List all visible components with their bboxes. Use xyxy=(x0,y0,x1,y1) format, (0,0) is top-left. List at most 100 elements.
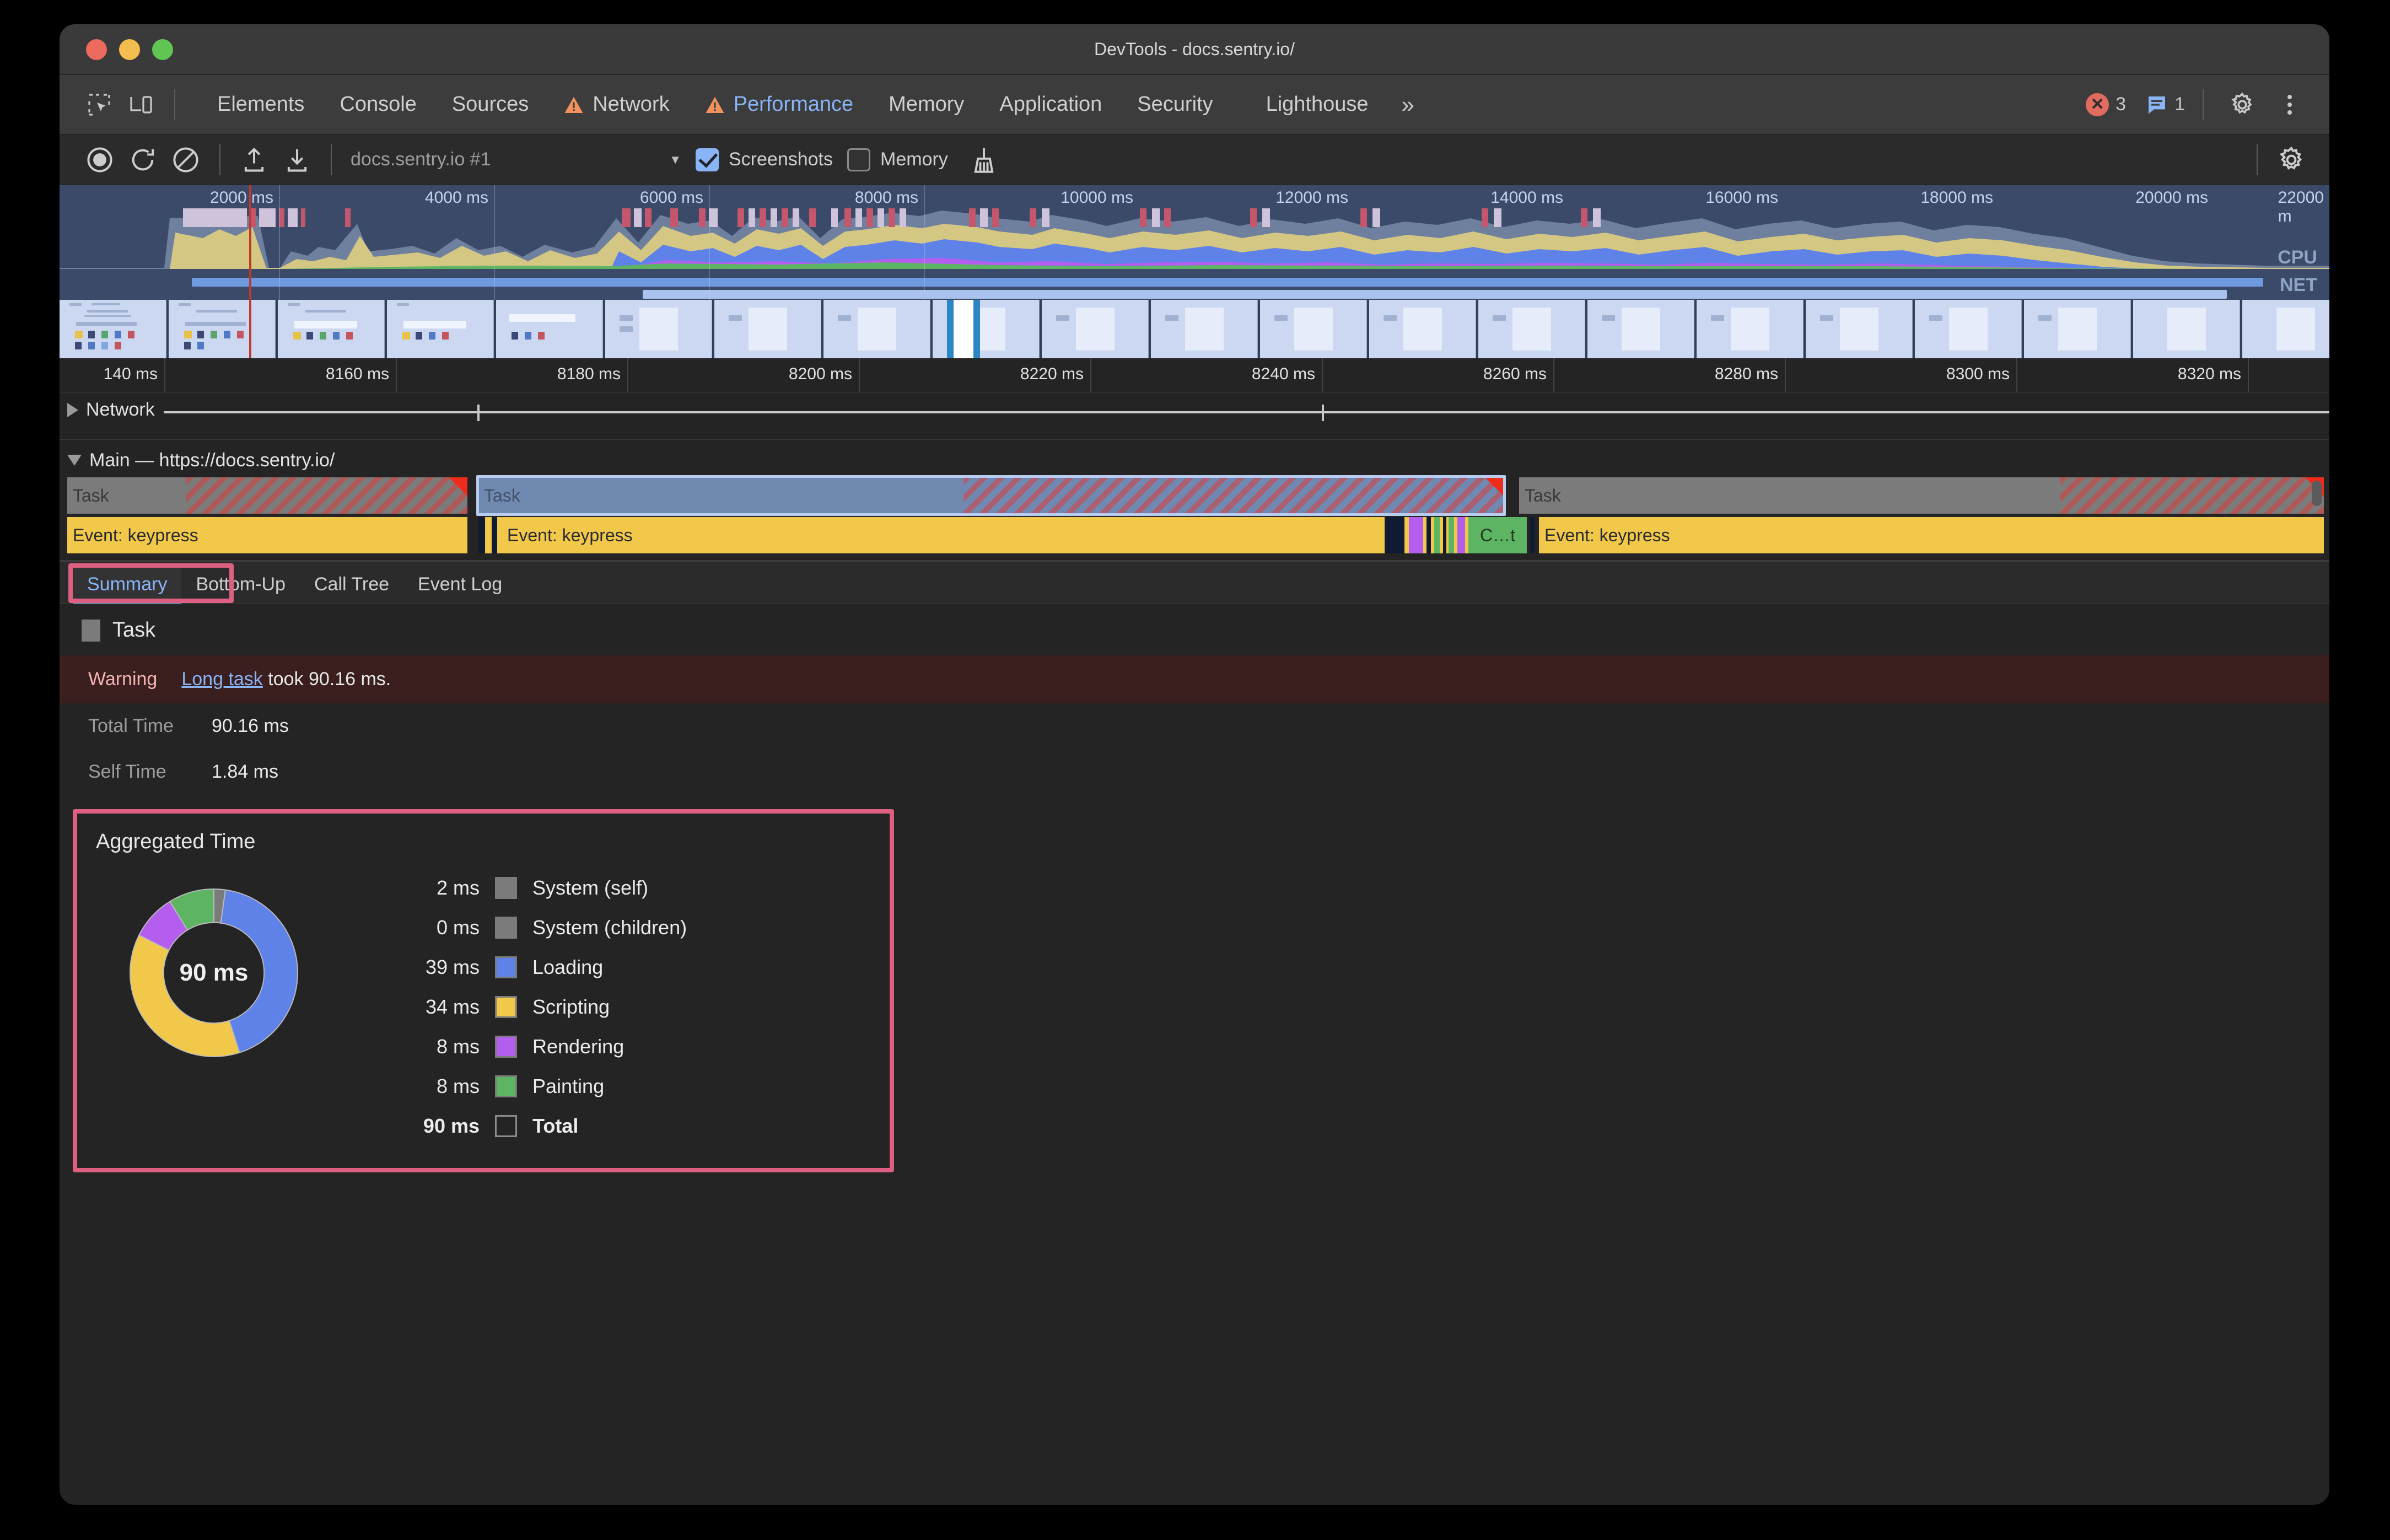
filmstrip-thumbnail[interactable] xyxy=(1697,300,1804,358)
filmstrip-thumbnail[interactable] xyxy=(1260,300,1367,358)
flame-bar-event[interactable]: Event: keypress xyxy=(478,517,1504,553)
tab-memory[interactable]: Memory xyxy=(871,75,982,134)
overview-tick: 20000 ms xyxy=(2135,189,2208,207)
flame-bar-compile[interactable]: C…t xyxy=(1468,517,1527,553)
aggregated-time-section: Aggregated Time 90 ms 2 ms System (self) 0… xyxy=(60,795,2329,1172)
chevron-down-icon: ▼ xyxy=(669,152,681,166)
filmstrip-thumbnail[interactable] xyxy=(2024,300,2131,358)
filmstrip-thumbnail[interactable] xyxy=(496,300,603,358)
filmstrip-thumbnail[interactable] xyxy=(605,300,712,358)
reload-record-icon[interactable] xyxy=(121,140,164,180)
gear-icon[interactable] xyxy=(2221,85,2263,125)
frame-marker xyxy=(992,208,999,227)
tabbar-right-divider xyxy=(2203,89,2204,120)
network-band xyxy=(192,278,2263,287)
tab-event-log[interactable]: Event Log xyxy=(403,565,516,604)
flame-bar-label: Event: keypress xyxy=(1544,525,1670,545)
legend-value: 2 ms xyxy=(436,876,480,899)
filmstrip-thumbnail[interactable] xyxy=(1151,300,1258,358)
download-profile-icon[interactable] xyxy=(276,140,319,180)
gear-icon[interactable] xyxy=(2270,140,2313,180)
net-label: NET xyxy=(2280,274,2317,295)
network-band xyxy=(643,290,2227,299)
aggregated-time-legend: 2 ms System (self) 0 ms System (children) 39… xyxy=(386,868,687,1146)
filmstrip-thumbnail[interactable] xyxy=(60,300,166,358)
filmstrip-thumbnail[interactable] xyxy=(387,300,494,358)
device-toolbar-icon[interactable] xyxy=(120,85,162,125)
network-expand-icon[interactable] xyxy=(67,402,78,417)
filmstrip-thumbnail[interactable] xyxy=(169,300,276,358)
message-count-badge[interactable]: 1 xyxy=(2146,94,2185,116)
tab-bottom-up-label: Bottom-Up xyxy=(196,574,286,595)
tab-lighthouse[interactable]: Lighthouse xyxy=(1231,75,1386,134)
long-task-link[interactable]: Long task xyxy=(181,669,262,690)
tab-performance-label: Performance xyxy=(733,93,854,116)
filmstrip-thumbnail[interactable] xyxy=(933,300,1040,358)
legend-value: 34 ms xyxy=(425,995,480,1018)
event-color-swatch xyxy=(82,619,100,642)
clear-icon[interactable] xyxy=(164,140,207,180)
flame-bar-event[interactable]: Event: keypress xyxy=(1539,517,2324,553)
filmstrip-thumbnail[interactable] xyxy=(1369,300,1476,358)
frame-marker xyxy=(749,208,755,227)
tab-application[interactable]: Application xyxy=(982,75,1119,134)
main-track-header[interactable]: Main — https://docs.sentry.io/ xyxy=(60,443,2329,477)
tab-summary[interactable]: Summary xyxy=(73,565,182,604)
filmstrip-thumbnail[interactable] xyxy=(1042,300,1149,358)
tab-call-tree[interactable]: Call Tree xyxy=(300,565,403,604)
flame-bar-label: Task xyxy=(1525,485,1561,505)
legend-value: 8 ms xyxy=(436,1075,480,1097)
self-time-value: 1.84 ms xyxy=(212,761,278,782)
filmstrip-thumbnail[interactable] xyxy=(1806,300,1913,358)
filmstrip-thumbnail[interactable] xyxy=(2242,300,2329,358)
aggregated-time-donut: 90 ms xyxy=(96,868,333,1078)
frame-marker xyxy=(1372,208,1380,227)
upload-profile-icon[interactable] xyxy=(233,140,276,180)
tab-performance[interactable]: Performance xyxy=(687,75,871,134)
ruler-tick: 8320 ms xyxy=(2177,365,2241,383)
frame-marker xyxy=(866,208,873,227)
filmstrip-thumbnail[interactable] xyxy=(1478,300,1585,358)
broom-icon[interactable] xyxy=(962,140,1005,180)
filmstrip-thumbnail[interactable] xyxy=(823,300,930,358)
timeline-overview[interactable]: CPU NET 2000 ms 4000 ms 6000 ms 8000 ms … xyxy=(60,185,2329,300)
tab-network[interactable]: Network xyxy=(546,75,687,134)
tab-sources[interactable]: Sources xyxy=(434,75,546,134)
legend-value: 0 ms xyxy=(436,916,480,939)
title-bar: DevTools - docs.sentry.io/ xyxy=(60,24,2329,75)
memory-checkbox[interactable]: Memory xyxy=(847,148,948,171)
main-collapse-icon[interactable] xyxy=(67,455,82,466)
filmstrip-thumbnail[interactable] xyxy=(1587,300,1694,358)
tab-bottom-up[interactable]: Bottom-Up xyxy=(181,565,300,604)
error-count-badge[interactable]: ✕ 3 xyxy=(2086,93,2126,116)
filmstrip-thumbnail[interactable] xyxy=(278,300,385,358)
kebab-menu-icon[interactable] xyxy=(2269,85,2311,125)
filmstrip-thumbnail[interactable] xyxy=(1915,300,2022,358)
tab-lighthouse-label: Lighthouse xyxy=(1266,93,1369,116)
filmstrip-thumbnail[interactable] xyxy=(2133,300,2240,358)
tab-security[interactable]: Security xyxy=(1119,75,1230,134)
frame-marker xyxy=(900,208,906,227)
profile-select[interactable]: docs.sentry.io #1 ▼ xyxy=(351,149,681,170)
filmstrip-thumbnail[interactable] xyxy=(714,300,821,358)
flame-chart[interactable]: Task Task Task Event: keypress Event: ke… xyxy=(60,475,2329,560)
long-task-stripes xyxy=(186,477,467,514)
legend-label: System (self) xyxy=(532,876,649,899)
detail-tab-bar: Summary Bottom-Up Call Tree Event Log xyxy=(60,562,2329,604)
legend-swatch xyxy=(495,917,517,939)
inspect-element-icon[interactable] xyxy=(78,85,120,125)
screenshots-checkbox[interactable]: Screenshots xyxy=(696,148,833,171)
flame-bar-event[interactable]: Event: keypress xyxy=(67,517,467,553)
legend-label: Rendering xyxy=(532,1035,625,1058)
frame-marker xyxy=(634,208,642,227)
filmstrip[interactable] xyxy=(60,300,2329,358)
network-track[interactable]: Network xyxy=(60,392,2329,440)
flame-chart-scrollbar[interactable] xyxy=(2312,481,2322,506)
more-tabs-icon[interactable]: » xyxy=(1386,91,1427,118)
main-track-label: Main — https://docs.sentry.io/ xyxy=(89,449,335,471)
flame-bar-label: Task xyxy=(73,485,109,505)
tab-console[interactable]: Console xyxy=(322,75,434,134)
record-icon[interactable] xyxy=(78,140,121,180)
warning-triangle-icon xyxy=(564,96,583,113)
tab-elements[interactable]: Elements xyxy=(200,75,322,134)
